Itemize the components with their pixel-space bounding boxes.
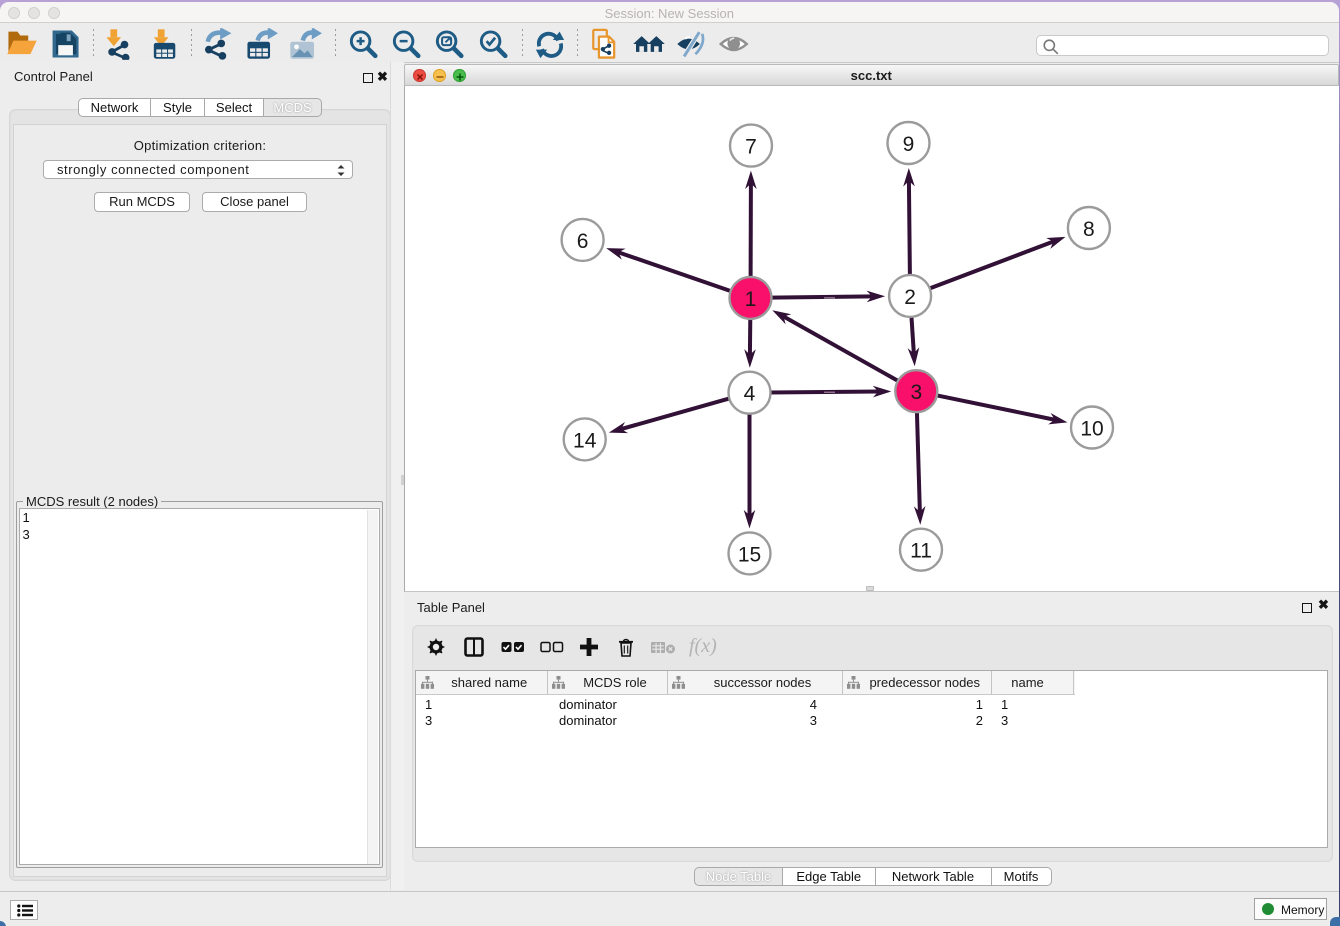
svg-text:14: 14 xyxy=(573,429,597,452)
svg-text:3: 3 xyxy=(910,381,922,404)
svg-text:4: 4 xyxy=(744,382,756,405)
svg-text:15: 15 xyxy=(738,543,761,566)
svg-text:7: 7 xyxy=(745,135,757,158)
svg-text:8: 8 xyxy=(1083,218,1095,241)
svg-text:1: 1 xyxy=(745,288,757,311)
svg-text:11: 11 xyxy=(910,539,932,562)
svg-text:6: 6 xyxy=(577,230,589,253)
svg-text:9: 9 xyxy=(903,133,915,156)
svg-text:10: 10 xyxy=(1080,417,1103,440)
svg-text:2: 2 xyxy=(904,286,916,309)
